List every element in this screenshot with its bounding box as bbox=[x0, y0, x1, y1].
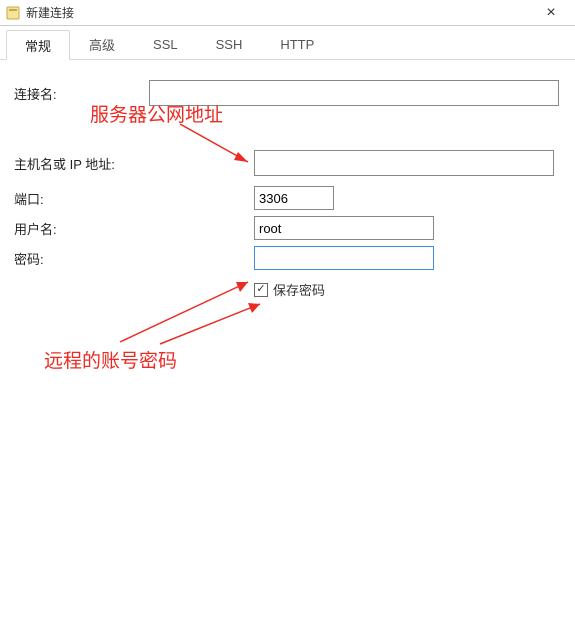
annotation-password-hint: 远程的账号密码 bbox=[44, 346, 177, 373]
row-password: 密码: bbox=[14, 246, 561, 270]
tab-general[interactable]: 常规 bbox=[6, 30, 70, 60]
form-area: 连接名: 主机名或 IP 地址: 端口: 用户名: 密码: ✓ 保存密码 bbox=[0, 60, 575, 327]
close-button[interactable]: × bbox=[533, 6, 569, 20]
save-password-checkbox[interactable]: ✓ bbox=[254, 283, 268, 297]
tab-http[interactable]: HTTP bbox=[261, 30, 333, 59]
user-input[interactable] bbox=[254, 216, 434, 240]
check-icon: ✓ bbox=[256, 284, 265, 295]
host-input[interactable] bbox=[254, 150, 554, 176]
tab-advanced[interactable]: 高级 bbox=[70, 30, 134, 59]
window-title: 新建连接 bbox=[26, 4, 533, 21]
password-input[interactable] bbox=[254, 246, 434, 270]
row-user: 用户名: bbox=[14, 216, 561, 240]
tab-label: 高级 bbox=[89, 35, 115, 54]
row-connection-name: 连接名: bbox=[14, 80, 561, 106]
tabstrip: 常规 高级 SSL SSH HTTP bbox=[0, 26, 575, 60]
tab-label: HTTP bbox=[280, 37, 314, 52]
row-port: 端口: bbox=[14, 186, 561, 210]
tab-label: SSL bbox=[153, 37, 178, 52]
port-input[interactable] bbox=[254, 186, 334, 210]
connection-name-input[interactable] bbox=[149, 80, 559, 106]
save-password-label: 保存密码 bbox=[273, 280, 325, 299]
tab-ssl[interactable]: SSL bbox=[134, 30, 197, 59]
user-label: 用户名: bbox=[14, 219, 124, 238]
password-label: 密码: bbox=[14, 249, 124, 268]
row-save-password: ✓ 保存密码 bbox=[14, 280, 561, 299]
host-label: 主机名或 IP 地址: bbox=[14, 154, 124, 173]
port-label: 端口: bbox=[14, 189, 124, 208]
row-host: 主机名或 IP 地址: bbox=[14, 150, 561, 176]
tab-ssh[interactable]: SSH bbox=[197, 30, 262, 59]
window-titlebar: 新建连接 × bbox=[0, 0, 575, 26]
connection-name-label: 连接名: bbox=[14, 84, 124, 103]
tab-label: 常规 bbox=[25, 36, 51, 55]
tab-label: SSH bbox=[216, 37, 243, 52]
app-icon bbox=[6, 6, 20, 20]
